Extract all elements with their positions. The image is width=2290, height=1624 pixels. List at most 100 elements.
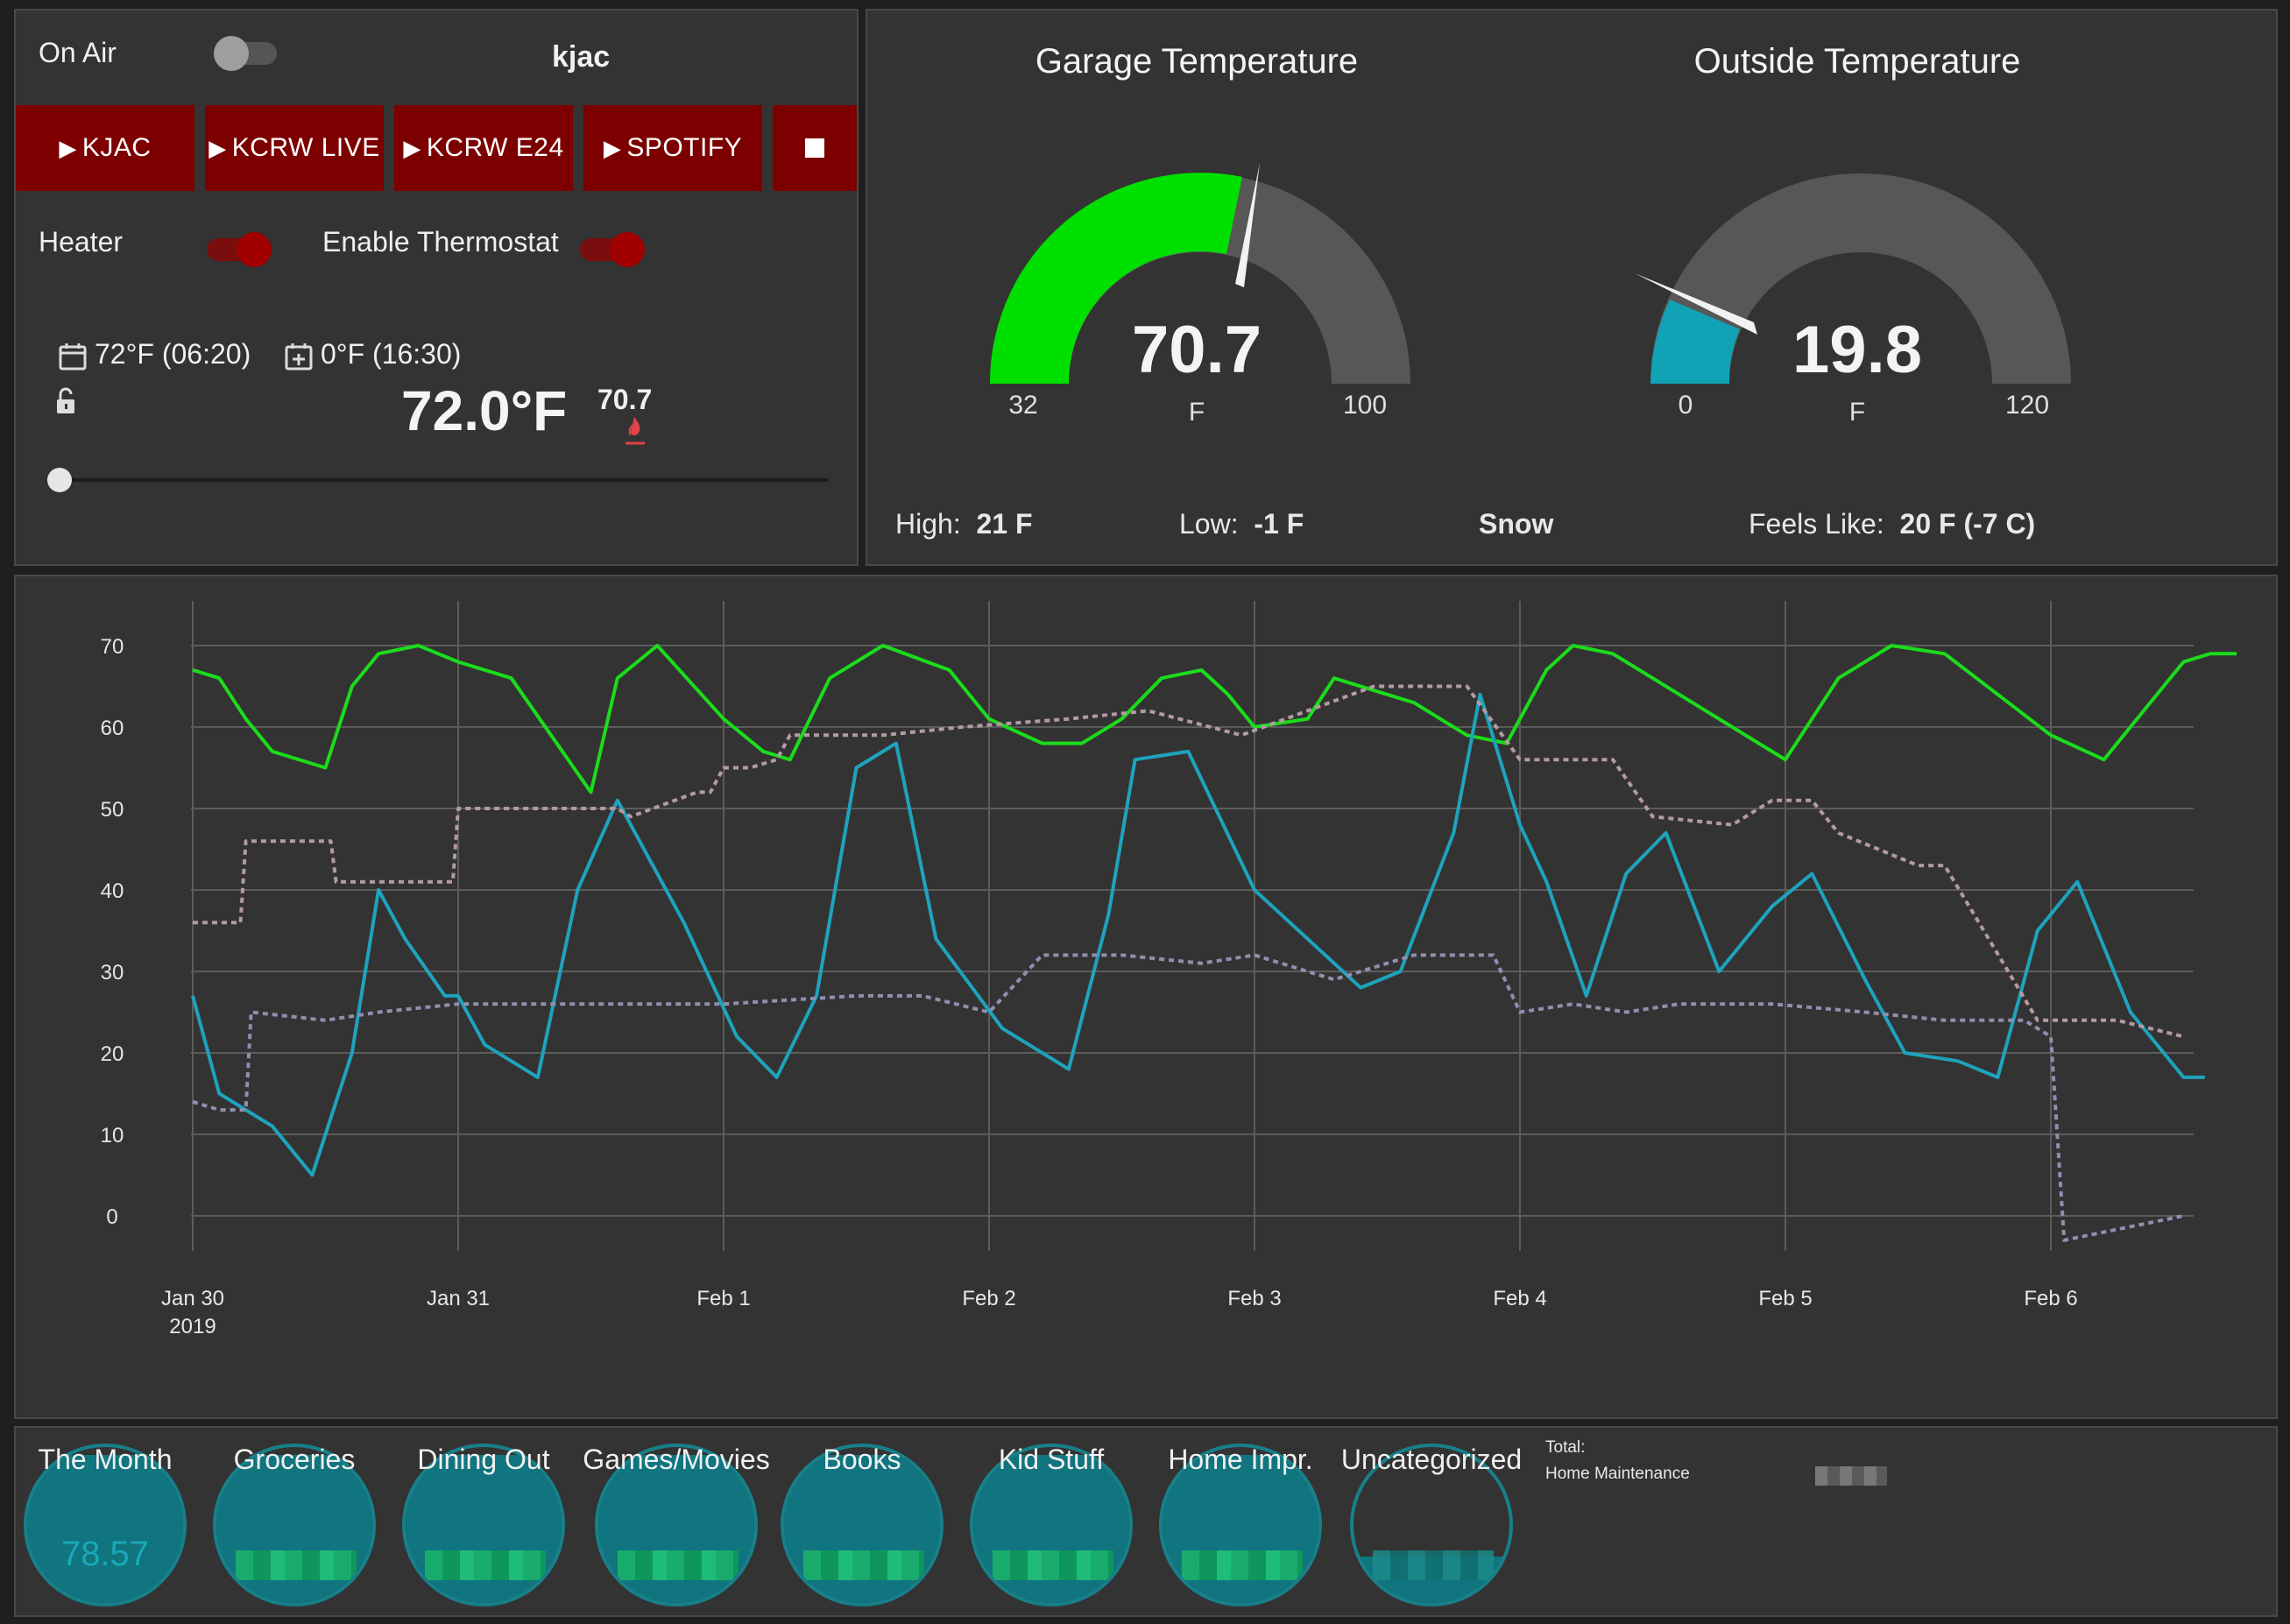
x-tick-label: Feb 6 bbox=[2024, 1287, 2077, 1310]
play-kcrw-live-button[interactable]: ▶ KCRW LIVE bbox=[205, 105, 384, 191]
current-station: kjac bbox=[552, 40, 611, 74]
button-label: KJAC bbox=[81, 133, 152, 162]
redacted-total-value bbox=[1815, 1466, 1887, 1486]
toggle-knob bbox=[214, 36, 249, 71]
redacted-value bbox=[1373, 1550, 1494, 1580]
redacted-value bbox=[236, 1550, 357, 1580]
high-label: High: bbox=[895, 508, 961, 540]
budget-gauge-fill bbox=[973, 1454, 1129, 1603]
play-spotify-button[interactable]: ▶ SPOTIFY bbox=[583, 105, 762, 191]
x-tick-label: Feb 3 bbox=[1227, 1287, 1281, 1310]
heater-toggle[interactable] bbox=[207, 232, 272, 267]
outside-gauge-unit: F bbox=[1848, 398, 1866, 427]
redacted-value bbox=[803, 1550, 924, 1580]
series-line-dashed bbox=[193, 684, 2184, 1039]
x-tick-label: Feb 2 bbox=[962, 1287, 1015, 1310]
weather-feels-like: Feels Like: 20 F (-7 C) bbox=[1749, 508, 2035, 540]
weather-low: Low: -1 F bbox=[1179, 508, 1304, 540]
thermostat-label: Enable Thermostat bbox=[322, 226, 559, 258]
budget-category-label: Games/Movies bbox=[583, 1444, 770, 1475]
calendar-plus-icon bbox=[285, 343, 313, 371]
current-temperature: 70.7 bbox=[597, 384, 653, 415]
budget-gauge-fill bbox=[784, 1454, 940, 1603]
garage-gauge-max: 100 bbox=[1342, 391, 1388, 420]
schedule-evening: 0°F (16:30) bbox=[321, 338, 462, 370]
setpoint-slider-handle[interactable] bbox=[47, 468, 72, 492]
heater-label: Heater bbox=[39, 226, 124, 258]
play-kcrw-e24-button[interactable]: ▶ KCRW E24 bbox=[394, 105, 573, 191]
x-tick-label: Feb 5 bbox=[1758, 1287, 1812, 1310]
outside-gauge-title: Outside Temperature bbox=[1693, 42, 2021, 81]
play-kjac-button[interactable]: ▶ KJAC bbox=[16, 105, 194, 191]
thermostat-toggle[interactable] bbox=[580, 232, 645, 267]
toggle-knob bbox=[237, 232, 272, 267]
chart-canvas: 0 10 20 30 40 50 60 70 Jan 30 Jan 31 Feb 1 Feb 2 Feb… bbox=[101, 601, 2237, 1338]
y-tick-label: 50 bbox=[101, 798, 124, 822]
y-tick-label: 20 bbox=[101, 1042, 124, 1066]
low-label: Low: bbox=[1179, 508, 1239, 540]
y-tick-label: 30 bbox=[101, 961, 124, 985]
play-icon: ▶ bbox=[403, 134, 421, 161]
budget-gauge-fill bbox=[1163, 1454, 1318, 1603]
weather-condition: Snow bbox=[1479, 508, 1554, 540]
series-line bbox=[192, 644, 2237, 794]
play-icon: ▶ bbox=[59, 134, 77, 161]
feels-label: Feels Like: bbox=[1749, 508, 1884, 540]
y-tick-label: 0 bbox=[106, 1205, 117, 1229]
y-tick-label: 40 bbox=[101, 879, 124, 903]
outside-gauge-min: 0 bbox=[1678, 391, 1693, 420]
redacted-value bbox=[425, 1550, 546, 1580]
budget-total-label: Total: bbox=[1545, 1438, 1586, 1457]
flame-icon bbox=[626, 417, 645, 445]
on-air-toggle[interactable] bbox=[214, 36, 277, 71]
redacted-value bbox=[618, 1550, 739, 1580]
low-value: -1 F bbox=[1254, 508, 1304, 540]
weather-high: High: 21 F bbox=[895, 508, 1033, 540]
x-tick-label: Feb 1 bbox=[696, 1287, 750, 1310]
budget-category-label: The Month bbox=[38, 1444, 173, 1475]
high-value: 21 F bbox=[976, 508, 1033, 540]
garage-gauge-unit: F bbox=[1188, 398, 1205, 427]
x-tick-label: Feb 4 bbox=[1493, 1287, 1546, 1310]
button-label: KCRW LIVE bbox=[231, 133, 380, 162]
on-air-label: On Air bbox=[39, 37, 117, 68]
budget-category-label: Dining Out bbox=[417, 1444, 550, 1475]
redacted-value bbox=[1182, 1550, 1303, 1580]
home-maintenance-label: Home Maintenance bbox=[1545, 1465, 1690, 1483]
setpoint-slider-track[interactable] bbox=[60, 478, 829, 482]
budget-category-label: Home Impr. bbox=[1168, 1444, 1313, 1475]
budget-gauge-fill bbox=[27, 1454, 183, 1603]
series-line bbox=[191, 692, 2205, 1177]
button-label: KCRW E24 bbox=[426, 133, 564, 162]
calendar-icon bbox=[59, 343, 87, 371]
play-icon: ▶ bbox=[209, 134, 227, 161]
budget-value: 78.57 bbox=[60, 1535, 150, 1573]
x-tick-label: Jan 31 bbox=[427, 1287, 490, 1310]
y-tick-label: 60 bbox=[101, 717, 124, 740]
budget-category-label: Books bbox=[823, 1444, 901, 1475]
budget-category-label: Uncategorized bbox=[1340, 1444, 1523, 1475]
unlock-icon[interactable] bbox=[54, 387, 79, 417]
series-line-dashed bbox=[192, 953, 2184, 1242]
budget-gauge-fill bbox=[598, 1454, 754, 1603]
budget-category-label: Groceries bbox=[233, 1444, 356, 1475]
budget-gauge-fill bbox=[406, 1454, 562, 1603]
redacted-value bbox=[993, 1550, 1113, 1580]
stop-icon bbox=[805, 138, 824, 158]
x-tick-year-label: 2019 bbox=[169, 1315, 216, 1338]
garage-gauge-value: 70.7 bbox=[1132, 313, 1262, 387]
garage-gauge-title: Garage Temperature bbox=[1035, 42, 1359, 81]
temperature-history-chart: 0 10 20 30 40 50 60 70 Jan 30 Jan 31 Feb 1 Feb 2 Feb… bbox=[14, 575, 2278, 1419]
setpoint-temperature: 72.0°F bbox=[401, 379, 568, 442]
y-tick-label: 70 bbox=[101, 635, 124, 659]
button-label: SPOTIFY bbox=[626, 133, 743, 162]
x-tick-label: Jan 30 bbox=[161, 1287, 224, 1310]
garage-gauge-min: 32 bbox=[1008, 391, 1038, 420]
budget-gauge-fill bbox=[216, 1454, 372, 1603]
stop-button[interactable] bbox=[773, 105, 857, 191]
toggle-knob bbox=[610, 232, 645, 267]
play-icon: ▶ bbox=[603, 134, 622, 161]
y-tick-label: 10 bbox=[101, 1124, 124, 1147]
schedule-morning: 72°F (06:20) bbox=[95, 338, 251, 370]
radio-heater-panel: On Air kjac ▶ KJAC ▶ KCRW LIVE ▶ KCRW E24 ▶… bbox=[14, 9, 859, 566]
